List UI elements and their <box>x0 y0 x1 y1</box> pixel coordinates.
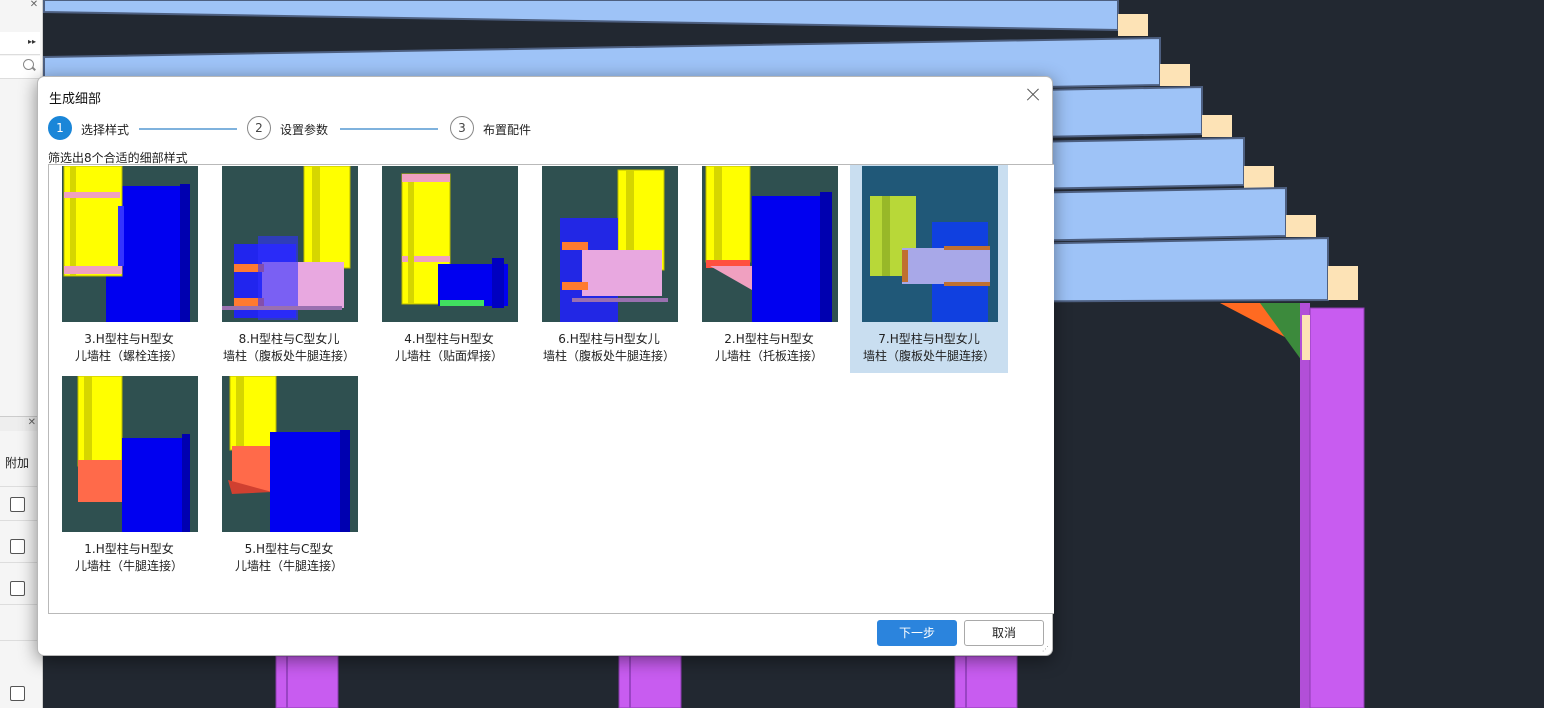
dialog-title: 生成细部 <box>49 92 102 107</box>
style-name-line2: 儿墙柱（牛腿连接） <box>234 559 343 573</box>
next-step-button[interactable]: 下一步 <box>877 620 957 646</box>
close-icon[interactable] <box>1024 86 1042 104</box>
style-name-line2: 墙柱（腹板处牛腿连接） <box>862 349 995 363</box>
panel-close-icon[interactable]: ✕ <box>28 417 36 428</box>
style-name-line1: 8.H型柱与C型女儿 <box>238 332 340 346</box>
generate-detail-dialog: 生成细部 1 选择样式 2 设置参数 3 布置配件 筛选出8个合适的细部样式 3… <box>37 76 1054 656</box>
row-divider <box>0 520 40 521</box>
style-thumbnail <box>222 166 358 322</box>
style-card-1[interactable]: 1.H型柱与H型女 儿墙柱（牛腿连接） <box>50 375 208 583</box>
style-name-line2: 墙柱（腹板处牛腿连接） <box>222 349 355 363</box>
style-name-line2: 儿墙柱（螺栓连接） <box>74 349 183 363</box>
style-card-6[interactable]: 6.H型柱与H型女儿 墙柱（腹板处牛腿连接） <box>530 165 688 373</box>
style-card-4[interactable]: 4.H型柱与H型女 儿墙柱（贴面焊接） <box>370 165 528 373</box>
row-checkbox[interactable] <box>10 581 25 596</box>
style-thumbnail <box>702 166 838 322</box>
attach-column-header: 附加 <box>5 456 30 470</box>
style-thumbnail <box>862 166 998 322</box>
double-arrow-icon[interactable]: ▸▸ <box>28 37 36 46</box>
style-name-line1: 2.H型柱与H型女 <box>724 332 814 346</box>
style-name-line2: 儿墙柱（贴面焊接） <box>394 349 503 363</box>
style-thumbnail <box>542 166 678 322</box>
row-checkbox[interactable] <box>10 686 25 701</box>
step-connector <box>340 128 438 130</box>
row-divider <box>0 562 40 563</box>
style-name-line1: 7.H型柱与H型女儿 <box>878 332 980 346</box>
row-divider <box>0 640 40 641</box>
row-checkbox[interactable] <box>10 539 25 554</box>
row-checkbox[interactable] <box>10 497 25 512</box>
step-connector <box>139 128 237 130</box>
style-card-8[interactable]: 8.H型柱与C型女儿 墙柱（腹板处牛腿连接） <box>210 165 368 373</box>
panel-divider: ✕ <box>0 416 40 431</box>
panel-search-row[interactable] <box>0 56 40 79</box>
step-2-label: 设置参数 <box>280 123 329 137</box>
style-thumbnail <box>382 166 518 322</box>
style-thumbnail <box>62 166 198 322</box>
style-name-line2: 墙柱（腹板处牛腿连接） <box>542 349 675 363</box>
row-divider <box>0 486 40 487</box>
step-2-circle: 2 <box>247 116 271 140</box>
style-name-line1: 1.H型柱与H型女 <box>84 542 174 556</box>
style-name-line1: 5.H型柱与C型女 <box>244 542 334 556</box>
style-gallery: 3.H型柱与H型女 儿墙柱（螺栓连接） 8.H型柱与C型女儿 墙柱（腹板处牛腿连… <box>48 164 1054 614</box>
step-1-circle: 1 <box>48 116 72 140</box>
step-3-circle: 3 <box>450 116 474 140</box>
wizard-steps: 1 选择样式 2 设置参数 3 布置配件 <box>48 116 568 142</box>
search-icon[interactable] <box>23 59 34 70</box>
step-1-label: 选择样式 <box>81 123 130 137</box>
style-card-3[interactable]: 3.H型柱与H型女 儿墙柱（螺栓连接） <box>50 165 208 373</box>
panel-row-expand[interactable]: ▸▸ <box>0 32 40 55</box>
row-divider <box>0 604 40 605</box>
panel-close-icon[interactable]: ✕ <box>28 0 40 10</box>
style-card-7[interactable]: 7.H型柱与H型女儿 墙柱（腹板处牛腿连接） <box>850 165 1008 373</box>
style-name-line1: 6.H型柱与H型女儿 <box>558 332 660 346</box>
cancel-button[interactable]: 取消 <box>964 620 1044 646</box>
resize-grip-icon[interactable]: ⋰ <box>1042 645 1050 653</box>
style-card-5[interactable]: 5.H型柱与C型女 儿墙柱（牛腿连接） <box>210 375 368 583</box>
step-3-label: 布置配件 <box>483 123 532 137</box>
style-card-2[interactable]: 2.H型柱与H型女 儿墙柱（托板连接） <box>690 165 848 373</box>
style-name-line2: 儿墙柱（托板连接） <box>714 349 823 363</box>
style-thumbnail <box>222 376 358 532</box>
style-name-line2: 儿墙柱（牛腿连接） <box>74 559 183 573</box>
style-name-line1: 3.H型柱与H型女 <box>84 332 174 346</box>
style-name-line1: 4.H型柱与H型女 <box>404 332 494 346</box>
style-thumbnail <box>62 376 198 532</box>
